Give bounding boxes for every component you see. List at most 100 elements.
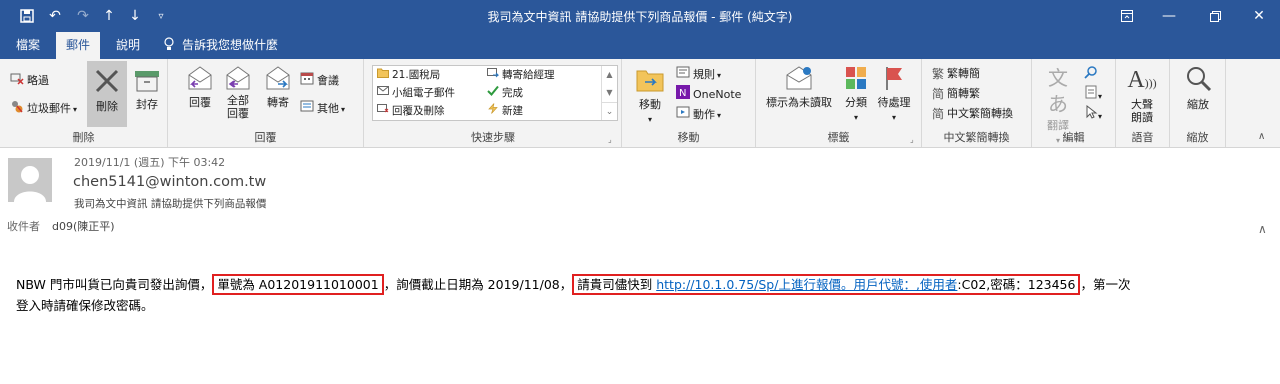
t2s-button[interactable]: 繁繁轉簡 xyxy=(932,65,980,83)
onenote-button[interactable]: N OneNote xyxy=(676,85,741,103)
rules-icon xyxy=(676,65,690,85)
junk-button[interactable]: 垃圾郵件 ▾ xyxy=(10,99,77,117)
delete-label: 刪除 xyxy=(96,100,118,113)
login-info-highlight: 請貴司儘快到 http://10.1.0.75/Sp/上進行報價。用戶代號：,使… xyxy=(572,274,1081,295)
dropdown-arrow-icon: ▾ xyxy=(647,115,652,124)
meeting-icon xyxy=(300,71,314,91)
message-date: 2019/11/1 (週五) 下午 03:42 xyxy=(74,156,226,169)
forward-to-manager-icon xyxy=(487,66,500,84)
related-icon[interactable]: ▾ xyxy=(1084,85,1102,103)
dropdown-arrow-icon: ▾ xyxy=(717,71,722,80)
avatar xyxy=(8,158,52,202)
quick-step-team-email[interactable]: 小組電子郵件 xyxy=(377,84,455,102)
dialog-launcher-icon[interactable]: ⌟ xyxy=(910,135,914,144)
more-respond-label: 其他 xyxy=(317,102,339,115)
actions-label: 動作 xyxy=(693,108,715,121)
convert-icon: 简 xyxy=(932,107,945,121)
archive-label: 封存 xyxy=(136,98,158,111)
reply-all-label-1: 全部 xyxy=(227,94,249,107)
tab-help[interactable]: 說明 xyxy=(106,32,150,59)
lightning-icon xyxy=(487,102,499,120)
quick-step-tax[interactable]: 21.國稅局 xyxy=(377,66,440,84)
ignore-button[interactable]: 略過 xyxy=(10,71,49,89)
meeting-button[interactable]: 會議 xyxy=(300,71,339,89)
quick-step-done[interactable]: 完成 xyxy=(487,84,523,102)
svg-text:N: N xyxy=(679,88,686,99)
translate-icon: 文あ xyxy=(1048,66,1068,116)
tags-group: 標示為未讀取 分類 ▾ 待處理 ▾ 標籤 ⌟ xyxy=(756,59,922,147)
chinese-group-label: 中文繁簡轉換 xyxy=(943,131,1010,144)
find-icon[interactable] xyxy=(1084,65,1098,83)
actions-button[interactable]: 動作 ▾ xyxy=(676,105,721,123)
dialog-launcher-icon[interactable]: ⌟ xyxy=(608,135,612,144)
more-respond-icon xyxy=(300,99,314,119)
quote-link[interactable]: http://10.1.0.75/Sp/上進行報價。用戶代號：,使用者 xyxy=(656,277,957,292)
forward-icon xyxy=(260,65,296,94)
message-header: 2019/11/1 (週五) 下午 03:42 chen5141@winton.… xyxy=(0,148,1280,248)
reply-label: 回覆 xyxy=(189,96,211,109)
read-aloud-label-1: 大聲 xyxy=(1131,98,1153,111)
body-line-1: NBW 門市叫貨已向貴司發出詢價， 單號為 A01201911010001 ，詢價截… xyxy=(16,274,1256,295)
mark-unread-button[interactable]: 標示為未讀取 xyxy=(760,65,838,127)
ribbon: 略過 垃圾郵件 ▾ 刪除 封存 刪除 回覆 全部 回覆 轉寄 會議 其他 ▾ 回… xyxy=(0,59,1280,148)
tell-me-box[interactable]: 告訴我您想做什麼 xyxy=(158,32,288,59)
tab-message[interactable]: 郵件 xyxy=(56,32,101,59)
scroll-up-icon[interactable]: ▲ xyxy=(602,66,617,84)
move-group: 移動 ▾ 規則 ▾ N OneNote 動作 ▾ 移動 xyxy=(622,59,756,147)
quick-step-to-manager-label: 轉寄給經理 xyxy=(502,69,555,81)
quick-step-tax-label: 21.國稅局 xyxy=(392,69,441,81)
quick-step-new[interactable]: 新建 xyxy=(487,102,523,120)
move-button[interactable]: 移動 ▾ xyxy=(630,65,670,127)
forward-button[interactable]: 轉寄 xyxy=(260,65,296,127)
lightbulb-icon xyxy=(164,32,174,59)
body-text-3: ，第一次 xyxy=(1080,277,1131,292)
body-text-2: ，詢價截止日期為 2019/11/08， xyxy=(383,277,573,292)
order-number-highlight: 單號為 A01201911010001 xyxy=(212,274,384,295)
quick-step-reply-delete[interactable]: 回覆及刪除 xyxy=(377,102,445,120)
collapse-ribbon-icon[interactable]: ∧ xyxy=(1258,131,1265,142)
folder-icon xyxy=(377,66,389,84)
reply-all-button[interactable]: 全部 回覆 xyxy=(220,65,256,127)
close-icon[interactable]: ✕ xyxy=(1238,0,1280,32)
delete-button[interactable]: 刪除 xyxy=(87,61,127,127)
rules-button[interactable]: 規則 ▾ xyxy=(676,65,721,83)
speech-group-label: 語音 xyxy=(1131,131,1154,144)
minimize-icon[interactable]: — xyxy=(1148,0,1190,32)
ribbon-display-icon[interactable] xyxy=(1106,0,1148,32)
quick-step-reply-delete-label: 回覆及刪除 xyxy=(392,105,445,117)
editing-group: 文あ 翻譯 ▾ ▾ ▾ 編輯 xyxy=(1032,59,1116,147)
delete-icon xyxy=(87,67,127,98)
tab-file[interactable]: 檔案 xyxy=(6,32,50,59)
read-aloud-button[interactable]: A))) 大聲 朗讀 xyxy=(1122,65,1162,127)
reply-all-label-2: 回覆 xyxy=(227,107,249,120)
sender-address[interactable]: chen5141@winton.com.tw xyxy=(73,174,266,190)
quick-step-to-manager[interactable]: 轉寄給經理 xyxy=(487,66,555,84)
window-title: 我司為文中資訊 請協助提供下列商品報價 - 郵件 (純文字) xyxy=(487,10,793,24)
delete-group: 略過 垃圾郵件 ▾ 刪除 封存 刪除 xyxy=(0,59,168,147)
onenote-label: OneNote xyxy=(693,88,742,101)
translate-button[interactable]: 文あ 翻譯 ▾ xyxy=(1040,65,1076,145)
dropdown-arrow-icon: ▾ xyxy=(717,111,722,120)
convert-label: 中文繁簡轉換 xyxy=(947,107,1014,120)
respond-group-label: 回覆 xyxy=(254,131,277,144)
dropdown-arrow-icon: ▾ xyxy=(1098,92,1103,101)
restore-icon[interactable] xyxy=(1194,0,1236,32)
flag-icon xyxy=(874,65,914,94)
reply-button[interactable]: 回覆 xyxy=(182,65,218,127)
scroll-down-icon[interactable]: ▼ xyxy=(602,84,617,102)
zoom-button[interactable]: 縮放 xyxy=(1178,65,1218,127)
archive-button[interactable]: 封存 xyxy=(130,61,164,127)
to-value[interactable]: d09(陳正平) xyxy=(52,218,115,234)
gallery-more-icon[interactable]: ⌄ xyxy=(602,102,617,120)
message-subject: 我司為文中資訊 請協助提供下列商品報價 xyxy=(74,198,267,210)
collapse-header-icon[interactable]: ∧ xyxy=(1258,222,1267,236)
s2t-button[interactable]: 简簡轉繁 xyxy=(932,85,980,103)
more-respond-button[interactable]: 其他 ▾ xyxy=(300,99,345,117)
checkmark-icon xyxy=(487,84,499,102)
categorize-button[interactable]: 分類 ▾ xyxy=(840,65,872,127)
select-icon[interactable]: ▾ xyxy=(1084,104,1102,123)
follow-up-button[interactable]: 待處理 ▾ xyxy=(874,65,914,127)
junk-icon xyxy=(10,99,24,119)
convert-button[interactable]: 简中文繁簡轉換 xyxy=(932,105,1013,123)
archive-icon xyxy=(130,69,164,96)
